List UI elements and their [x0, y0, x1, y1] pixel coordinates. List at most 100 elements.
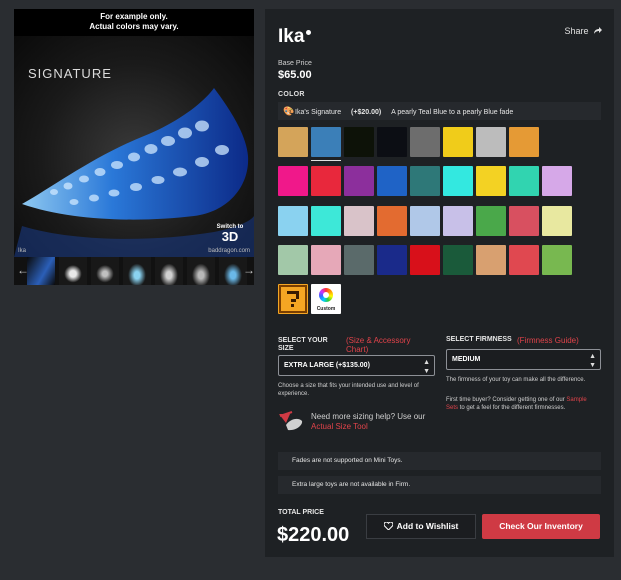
thumbnail[interactable]: [59, 257, 87, 285]
color-swatch[interactable]: [509, 245, 539, 275]
sizing-help-prefix: Need more sizing help? Use our: [311, 412, 426, 421]
size-help-text: Choose a size that fits your intended us…: [278, 383, 419, 397]
notice-text: Fades are not supported on Mini Toys.: [292, 457, 403, 464]
color-swatch[interactable]: [344, 166, 374, 196]
base-price-value: $65.00: [278, 69, 312, 81]
color-swatch[interactable]: [410, 127, 440, 157]
next-arrow-icon[interactable]: →: [243, 263, 255, 277]
color-swatch[interactable]: [509, 166, 539, 196]
wishlist-label: Add to Wishlist: [396, 521, 459, 531]
color-swatch[interactable]: [410, 166, 440, 196]
watermark: baddragon.com: [208, 248, 250, 254]
firmness-label: SELECT FIRMNESS: [446, 336, 512, 343]
thumbnail-strip: ← →: [14, 257, 255, 285]
disclaimer-line-2: Actual colors may vary.: [89, 22, 179, 31]
size-tool-icon: [279, 411, 303, 431]
switch-to-3d-button[interactable]: Switch to 3D: [216, 224, 244, 243]
color-swatch[interactable]: [542, 245, 572, 275]
swatch-question-block[interactable]: [278, 284, 308, 314]
color-swatch[interactable]: [311, 127, 341, 161]
palette-icon: 🎨: [283, 106, 295, 116]
share-button[interactable]: Share: [564, 26, 602, 36]
thumbnail[interactable]: [123, 257, 151, 285]
color-swatch[interactable]: [278, 206, 308, 236]
color-swatch[interactable]: [377, 166, 407, 196]
selected-color-name: Ika's Signature: [295, 109, 342, 116]
notice-extra-large: Extra large toys are not available in Fi…: [278, 476, 601, 494]
color-swatch[interactable]: [476, 166, 506, 196]
color-section-label: COLOR: [278, 91, 305, 98]
color-wheel-icon: [319, 288, 333, 302]
color-swatch[interactable]: [443, 127, 473, 157]
disclaimer-line-1: For example only.: [100, 12, 168, 21]
question-block-icon: [279, 285, 307, 313]
product-name: Ika: [278, 26, 305, 47]
title-dot-icon: [306, 30, 312, 35]
check-inventory-button[interactable]: Check Our Inventory: [482, 514, 600, 539]
color-swatch[interactable]: [278, 245, 308, 275]
color-swatch[interactable]: [410, 206, 440, 236]
size-label: SELECT YOUR SIZE: [278, 337, 328, 352]
size-chart-link[interactable]: (Size & Accessory Chart): [346, 336, 426, 354]
selected-color-description: A pearly Teal Blue to a pearly Blue fade: [391, 109, 514, 116]
color-swatch[interactable]: [443, 166, 473, 196]
add-to-wishlist-button[interactable]: Add to Wishlist: [366, 514, 476, 539]
size-selected-value: EXTRA LARGE (+$135.00): [284, 362, 370, 369]
notice-fades: Fades are not supported on Mini Toys.: [278, 452, 601, 470]
swatch-custom[interactable]: Custom: [311, 284, 341, 314]
actual-size-tool-link[interactable]: Actual Size Tool: [311, 422, 368, 431]
color-swatch[interactable]: [278, 166, 308, 196]
first-timer-post: to get a feel for the different firmness…: [459, 404, 566, 411]
share-arrow-icon: [594, 27, 602, 34]
first-timer-text: First time buyer? Consider getting one o…: [446, 397, 596, 412]
color-swatch[interactable]: [377, 127, 407, 157]
thumbnail[interactable]: [187, 257, 215, 285]
color-swatch[interactable]: [476, 245, 506, 275]
product-title: Ika: [278, 26, 312, 48]
first-timer-pre: First time buyer? Consider getting one o…: [446, 397, 565, 403]
color-swatch[interactable]: [443, 206, 473, 236]
size-select[interactable]: EXTRA LARGE (+$135.00) ▲ ▼: [278, 355, 435, 376]
main-product-image[interactable]: SIGNATURE Switch to 3D Ika baddragon.com: [14, 36, 254, 257]
notice-text: Extra large toys are not available in Fi…: [292, 481, 411, 488]
color-disclaimer: For example only. Actual colors may vary…: [14, 9, 254, 32]
selected-color-upcharge: (+$20.00): [351, 109, 382, 116]
color-swatch[interactable]: [542, 166, 572, 196]
inventory-label: Check Our Inventory: [499, 521, 583, 531]
thumbnail[interactable]: [27, 257, 55, 285]
color-swatch[interactable]: [509, 206, 539, 236]
firmness-selected-value: MEDIUM: [452, 356, 481, 363]
color-swatch[interactable]: [377, 206, 407, 236]
heart-icon: [383, 521, 394, 531]
color-swatch[interactable]: [509, 127, 539, 157]
base-price-label: Base Price: [278, 60, 312, 67]
select-caret-icon: ▲ ▼: [423, 359, 430, 375]
color-swatch[interactable]: [344, 127, 374, 157]
firmness-help-text: The firmness of your toy can make all th…: [446, 377, 586, 383]
select-caret-icon: ▲ ▼: [589, 353, 596, 369]
color-swatch[interactable]: [278, 127, 308, 157]
firmness-guide-link[interactable]: (Firmness Guide): [517, 336, 579, 345]
color-swatch[interactable]: [410, 245, 440, 275]
color-swatch[interactable]: [476, 127, 506, 157]
color-swatch[interactable]: [377, 245, 407, 275]
firmness-select[interactable]: MEDIUM ▲ ▼: [446, 349, 601, 370]
color-swatch[interactable]: [344, 206, 374, 236]
image-caption: Ika: [18, 248, 27, 254]
thumbnail[interactable]: [155, 257, 183, 285]
color-swatch[interactable]: [476, 206, 506, 236]
color-swatch[interactable]: [344, 245, 374, 275]
selected-color-bar: 🎨Ika's Signature (+$20.00) A pearly Teal…: [278, 102, 601, 120]
color-swatch[interactable]: [311, 166, 341, 196]
total-price-value: $220.00: [277, 524, 350, 546]
thumbnail[interactable]: [91, 257, 119, 285]
custom-swatch-label: Custom: [316, 306, 336, 312]
color-swatch[interactable]: [542, 206, 572, 236]
color-swatch[interactable]: [311, 206, 341, 236]
share-label: Share: [564, 26, 589, 36]
color-swatch[interactable]: [311, 245, 341, 275]
color-swatch[interactable]: [443, 245, 473, 275]
sizing-help-text: Need more sizing help? Use our Actual Si…: [311, 412, 431, 432]
switch-3d-label: 3D: [221, 229, 239, 244]
product-options-panel: Ika Share Base Price $65.00 COLOR 🎨Ika's…: [265, 9, 614, 557]
